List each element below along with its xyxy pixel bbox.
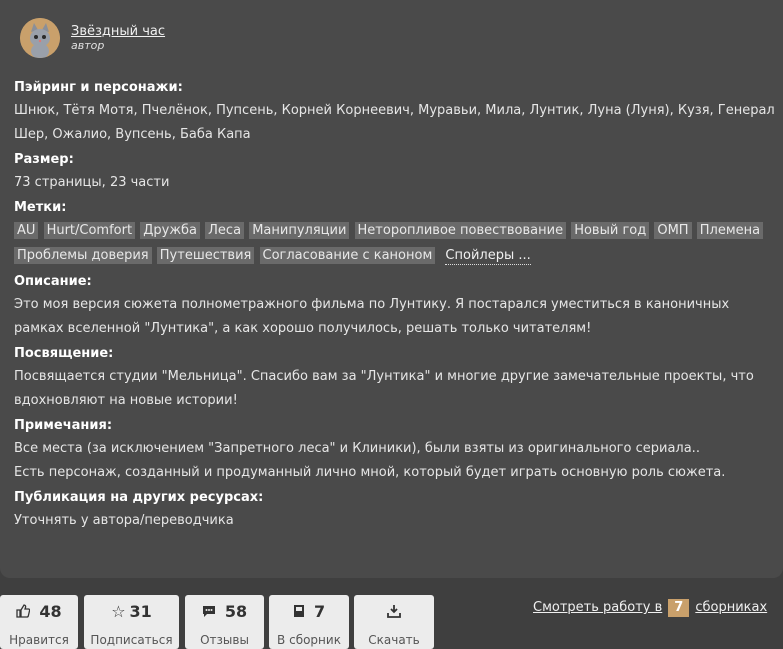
section-text: Уточнять у автора/переводчика bbox=[14, 513, 234, 528]
download-button[interactable]: Скачать bbox=[354, 595, 434, 649]
tag-item[interactable]: Манипуляции bbox=[249, 222, 350, 239]
section-notes: Примечания: Все места (за исключением "З… bbox=[14, 415, 779, 485]
subscribe-button[interactable]: ☆ 31 Подписаться bbox=[84, 595, 179, 649]
reviews-button[interactable]: 58 Отзывы bbox=[185, 595, 264, 649]
collections-count-badge: 7 bbox=[668, 599, 690, 617]
tag-list: AU Hurt/Comfort Дружба Леса Манипуляции … bbox=[14, 219, 779, 269]
author-name-link[interactable]: Звёздный час bbox=[71, 24, 165, 39]
book-icon bbox=[293, 602, 310, 621]
tag-item[interactable]: Согласование с каноном bbox=[259, 247, 436, 264]
work-details: Пэйринг и персонажи: Шнюк, Тётя Мотя, Пч… bbox=[14, 77, 779, 535]
download-icon bbox=[387, 602, 401, 621]
reviews-count: 58 bbox=[224, 602, 248, 621]
download-label: Скачать bbox=[368, 633, 420, 647]
tag-item[interactable]: Племена bbox=[696, 222, 764, 239]
collection-count: 7 bbox=[313, 602, 326, 621]
section-heading: Размер: bbox=[14, 152, 74, 167]
section-text: 73 страницы, 23 части bbox=[14, 175, 170, 190]
section-heading: Примечания: bbox=[14, 418, 113, 433]
author-avatar[interactable] bbox=[20, 18, 60, 58]
tag-item[interactable]: Hurt/Comfort bbox=[43, 222, 136, 239]
subscribe-count: 31 bbox=[129, 602, 152, 621]
add-to-collection-button[interactable]: 7 В сборник bbox=[269, 595, 349, 649]
thumbs-up-icon bbox=[16, 602, 35, 621]
collection-label: В сборник bbox=[277, 633, 341, 647]
section-dedication: Посвящение: Посвящается студии "Мельница… bbox=[14, 343, 779, 413]
like-count: 48 bbox=[39, 602, 62, 621]
collections-link[interactable]: Смотреть работу в 7 сборниках bbox=[533, 599, 767, 617]
section-description: Описание: Это моя версия сюжета полномет… bbox=[14, 271, 779, 341]
section-size: Размер: 73 страницы, 23 части bbox=[14, 149, 779, 195]
section-publication: Публикация на других ресурсах: Уточнять … bbox=[14, 487, 779, 533]
author-block: Звёздный час автор bbox=[20, 18, 165, 58]
tag-item[interactable]: Леса bbox=[205, 222, 245, 239]
star-icon: ☆ bbox=[111, 602, 126, 621]
cat-avatar-icon bbox=[20, 18, 60, 58]
tag-item[interactable]: Дружба bbox=[140, 222, 201, 239]
tag-item[interactable]: Новый год bbox=[571, 222, 650, 239]
section-text: Шнюк, Тётя Мотя, Пчелёнок, Пупсень, Корн… bbox=[14, 103, 775, 142]
tag-item[interactable]: Проблемы доверия bbox=[14, 247, 152, 264]
like-button[interactable]: 48 Нравится bbox=[0, 595, 78, 649]
section-tags: Метки: AU Hurt/Comfort Дружба Леса Манип… bbox=[14, 197, 779, 269]
section-heading: Метки: bbox=[14, 200, 67, 215]
subscribe-label: Подписаться bbox=[90, 633, 173, 647]
comment-icon bbox=[202, 602, 221, 621]
section-text: Посвящается студии "Мельница". Спасибо в… bbox=[14, 369, 754, 408]
section-heading: Пэйринг и персонажи: bbox=[14, 80, 183, 95]
section-text: Есть персонаж, созданный и продуманный л… bbox=[14, 465, 726, 480]
tag-item[interactable]: AU bbox=[14, 222, 39, 239]
collections-text-after: сборниках bbox=[695, 600, 768, 615]
fanfic-info-card: Звёздный час автор Пэйринг и персонажи: … bbox=[0, 0, 783, 578]
reviews-label: Отзывы bbox=[200, 633, 249, 647]
spoilers-toggle[interactable]: Спойлеры ... bbox=[445, 247, 531, 265]
like-label: Нравится bbox=[9, 633, 69, 647]
tag-item[interactable]: ОМП bbox=[654, 222, 692, 239]
author-role: автор bbox=[71, 39, 105, 52]
section-heading: Публикация на других ресурсах: bbox=[14, 490, 264, 505]
section-heading: Описание: bbox=[14, 274, 92, 289]
tag-item[interactable]: Неторопливое повествование bbox=[354, 222, 567, 239]
section-pairing: Пэйринг и персонажи: Шнюк, Тётя Мотя, Пч… bbox=[14, 77, 779, 147]
section-text: Все места (за исключением "Запретного ле… bbox=[14, 441, 700, 456]
collections-text-before: Смотреть работу в bbox=[533, 600, 663, 615]
section-heading: Посвящение: bbox=[14, 346, 114, 361]
tag-item[interactable]: Путешествия bbox=[156, 247, 255, 264]
section-text: Это моя версия сюжета полнометражного фи… bbox=[14, 297, 730, 336]
